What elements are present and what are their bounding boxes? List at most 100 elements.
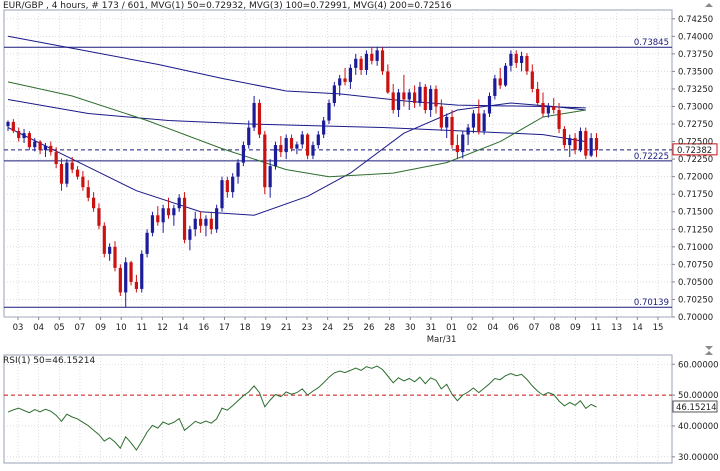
candle-body bbox=[70, 162, 74, 170]
candle-body bbox=[386, 71, 390, 93]
candle-body bbox=[562, 128, 566, 146]
candle-body bbox=[257, 102, 262, 135]
candle-body bbox=[140, 253, 144, 289]
x-tick-label: 19 bbox=[260, 323, 271, 333]
candle-body bbox=[525, 55, 529, 72]
candle-body bbox=[134, 281, 138, 289]
x-tick-label: 16 bbox=[198, 323, 209, 333]
x-tick-label: 09 bbox=[95, 323, 106, 333]
candle-body bbox=[252, 102, 256, 128]
x-tick-label: 12 bbox=[157, 323, 168, 333]
candle-body bbox=[38, 141, 42, 150]
y-tick-label: 0.71000 bbox=[678, 243, 713, 253]
candle-body bbox=[33, 141, 37, 148]
y-tick-label: 0.70250 bbox=[678, 295, 713, 305]
y-tick-label: 0.70750 bbox=[678, 260, 713, 270]
candle-body bbox=[487, 95, 492, 114]
rsi-header: RSI(1) 50=46.15214 bbox=[3, 356, 95, 366]
y-tick-label: 0.72500 bbox=[678, 138, 713, 148]
x-tick-label: 03 bbox=[13, 323, 24, 333]
x-tick-label: 09 bbox=[570, 323, 581, 333]
y-tick-label: 0.73500 bbox=[678, 67, 713, 77]
scroll-up-icon[interactable] bbox=[705, 3, 713, 7]
candle-body bbox=[429, 88, 433, 110]
candle-body bbox=[188, 229, 192, 240]
x-tick-label: 13 bbox=[611, 323, 622, 333]
x-tick-label: 08 bbox=[549, 323, 560, 333]
candle-body bbox=[150, 215, 155, 233]
candle-body bbox=[231, 176, 235, 193]
candle-body bbox=[530, 71, 534, 89]
candle-body bbox=[461, 134, 465, 153]
scroll-up-icon[interactable] bbox=[705, 351, 713, 355]
candle-body bbox=[54, 152, 58, 165]
candle-body bbox=[177, 197, 181, 209]
candle-body bbox=[482, 113, 486, 132]
candle-body bbox=[477, 113, 481, 132]
candle-body bbox=[327, 102, 331, 121]
y-tick-label: 0.74000 bbox=[678, 32, 713, 42]
candle-body bbox=[92, 197, 96, 209]
x-tick-label: 26 bbox=[364, 323, 375, 333]
candle-body bbox=[557, 109, 561, 129]
candle-body bbox=[584, 131, 588, 156]
level-label: 0.72225 bbox=[634, 152, 669, 162]
candle-body bbox=[343, 78, 347, 82]
candle-body bbox=[514, 53, 518, 63]
candle-body bbox=[423, 86, 427, 110]
x-tick-label: 10 bbox=[116, 323, 127, 333]
candle-body bbox=[589, 138, 593, 156]
candle-body bbox=[445, 117, 449, 128]
y-tick-label: 0.74250 bbox=[678, 15, 713, 25]
candle-body bbox=[520, 55, 524, 63]
x-tick-label: 11 bbox=[591, 323, 602, 333]
x-tick-label: 07 bbox=[75, 323, 86, 333]
candle-body bbox=[161, 208, 165, 223]
candle-body bbox=[193, 218, 197, 230]
rsi-tick-label: 30.00000 bbox=[678, 453, 719, 463]
candle-body bbox=[466, 127, 470, 135]
scroll-down-icon[interactable] bbox=[705, 346, 713, 350]
x-tick-label: 30 bbox=[405, 323, 416, 333]
rsi-tick-label: 50.00000 bbox=[678, 391, 719, 401]
candle-body bbox=[391, 92, 395, 110]
x-tick-label: 06 bbox=[508, 323, 519, 333]
candle-body bbox=[220, 180, 224, 209]
candle-body bbox=[434, 88, 438, 107]
candle-body bbox=[124, 262, 128, 293]
candle-body bbox=[108, 246, 112, 254]
rsi-tick-label: 60.00000 bbox=[678, 360, 719, 370]
candle-body bbox=[306, 134, 310, 156]
candle-body bbox=[375, 50, 379, 61]
x-tick-label: 04 bbox=[487, 323, 498, 333]
y-tick-label: 0.70000 bbox=[678, 313, 713, 323]
candle-body bbox=[273, 145, 278, 167]
candle-body bbox=[81, 176, 85, 188]
x-tick-label: 23 bbox=[302, 323, 313, 333]
candle-body bbox=[359, 58, 363, 70]
candle-body bbox=[364, 53, 369, 70]
x-tick-label: 15 bbox=[653, 323, 664, 333]
x-tick-label: 01 bbox=[446, 323, 457, 333]
candle-body bbox=[332, 85, 336, 103]
level-label: 0.70139 bbox=[634, 298, 669, 308]
candle-body bbox=[418, 86, 422, 103]
candle-body bbox=[225, 180, 229, 193]
candle-body bbox=[6, 121, 10, 127]
candle-body bbox=[247, 127, 251, 146]
candle-body bbox=[322, 120, 326, 135]
x-tick-label: 02 bbox=[467, 323, 478, 333]
candle-body bbox=[65, 162, 69, 184]
candle-body bbox=[17, 131, 21, 139]
candle-body bbox=[573, 138, 577, 150]
candle-body bbox=[118, 267, 122, 293]
rsi-current-label: 46.15214 bbox=[676, 403, 717, 413]
candle-body bbox=[166, 208, 171, 216]
candle-body bbox=[380, 50, 385, 72]
x-tick-label: 07 bbox=[529, 323, 540, 333]
x-tick-label: 14 bbox=[632, 323, 643, 333]
chart-header: EUR/GBP , 4 hours, # 173 / 601, MVG(1) 5… bbox=[3, 1, 452, 11]
time-x-axis: 03 04 05 07 09 10 11 12 14 16 17 18 19 21 23 24 25 26 28 30… bbox=[13, 317, 664, 345]
candle-body bbox=[268, 166, 272, 188]
price-panel bbox=[3, 9, 673, 318]
